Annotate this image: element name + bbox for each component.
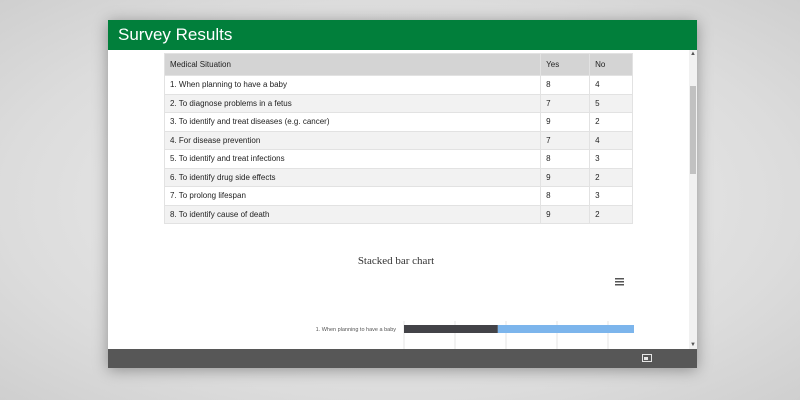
cell-situation: 8. To identify cause of death [163, 204, 542, 224]
cell-yes: 7 [540, 130, 591, 150]
footer-bar [108, 349, 697, 368]
cell-yes: 8 [540, 75, 591, 95]
header-medical-situation: Medical Situation [163, 53, 542, 76]
table-row: 6. To identify drug side effects 9 2 [163, 167, 633, 187]
cell-yes: 9 [540, 112, 591, 132]
cell-no: 5 [589, 93, 633, 113]
cell-situation: 3. To identify and treat diseases (e.g. … [163, 112, 542, 132]
table-row: 8. To identify cause of death 9 2 [163, 204, 633, 224]
scroll-down-arrow-icon[interactable]: ▼ [689, 341, 697, 349]
cell-yes: 9 [540, 167, 591, 187]
scroll-thumb[interactable] [690, 86, 696, 174]
table-row: 3. To identify and treat diseases (e.g. … [163, 112, 633, 132]
vertical-scrollbar[interactable]: ▲ ▼ [689, 50, 697, 349]
cell-yes: 8 [540, 149, 591, 169]
category-label: 1. When planning to have a baby [316, 327, 397, 333]
table-row: 7. To prolong lifespan 8 3 [163, 186, 633, 206]
cell-situation: 4. For disease prevention [163, 130, 542, 150]
image-icon[interactable] [642, 354, 652, 362]
bar-segment-1-row-1[interactable] [404, 325, 498, 333]
cell-no: 2 [589, 167, 633, 187]
table-row: 5. To identify and treat infections 8 3 [163, 149, 633, 169]
cell-no: 2 [589, 112, 633, 132]
table-header-row: Medical Situation Yes No [163, 53, 633, 76]
content-area: Medical Situation Yes No 1. When plannin… [108, 50, 689, 349]
cell-situation: 2. To diagnose problems in a fetus [163, 93, 542, 113]
cell-no: 3 [589, 149, 633, 169]
cell-no: 4 [589, 75, 633, 95]
cell-situation: 1. When planning to have a baby [163, 75, 542, 95]
header-yes: Yes [540, 53, 591, 76]
cell-yes: 7 [540, 93, 591, 113]
bar-segment-2-row-1[interactable] [497, 325, 634, 333]
cell-situation: 5. To identify and treat infections [163, 149, 542, 169]
window-title: Survey Results [108, 20, 697, 50]
cell-situation: 6. To identify drug side effects [163, 167, 542, 187]
cell-yes: 9 [540, 204, 591, 224]
cell-no: 2 [589, 204, 633, 224]
table-row: 2. To diagnose problems in a fetus 7 5 [163, 93, 633, 113]
chart-title: Stacked bar chart [358, 255, 434, 267]
hamburger-menu-icon[interactable] [615, 278, 624, 286]
table-row: 1. When planning to have a baby 8 4 [163, 75, 633, 95]
stacked-bar-chart: Stacked bar chart 1. When planning to ha… [316, 255, 634, 349]
header-no: No [589, 53, 633, 76]
results-table: Medical Situation Yes No 1. When plannin… [163, 53, 633, 224]
survey-window: Survey Results Medical Situation Yes No … [108, 20, 697, 368]
chart-category-labels: 1. When planning to have a baby2. To dia… [316, 327, 397, 333]
scroll-up-arrow-icon[interactable]: ▲ [689, 50, 697, 58]
table-row: 4. For disease prevention 7 4 [163, 130, 633, 150]
cell-no: 4 [589, 130, 633, 150]
cell-situation: 7. To prolong lifespan [163, 186, 542, 206]
chart-bars [404, 325, 634, 333]
cell-yes: 8 [540, 186, 591, 206]
cell-no: 3 [589, 186, 633, 206]
